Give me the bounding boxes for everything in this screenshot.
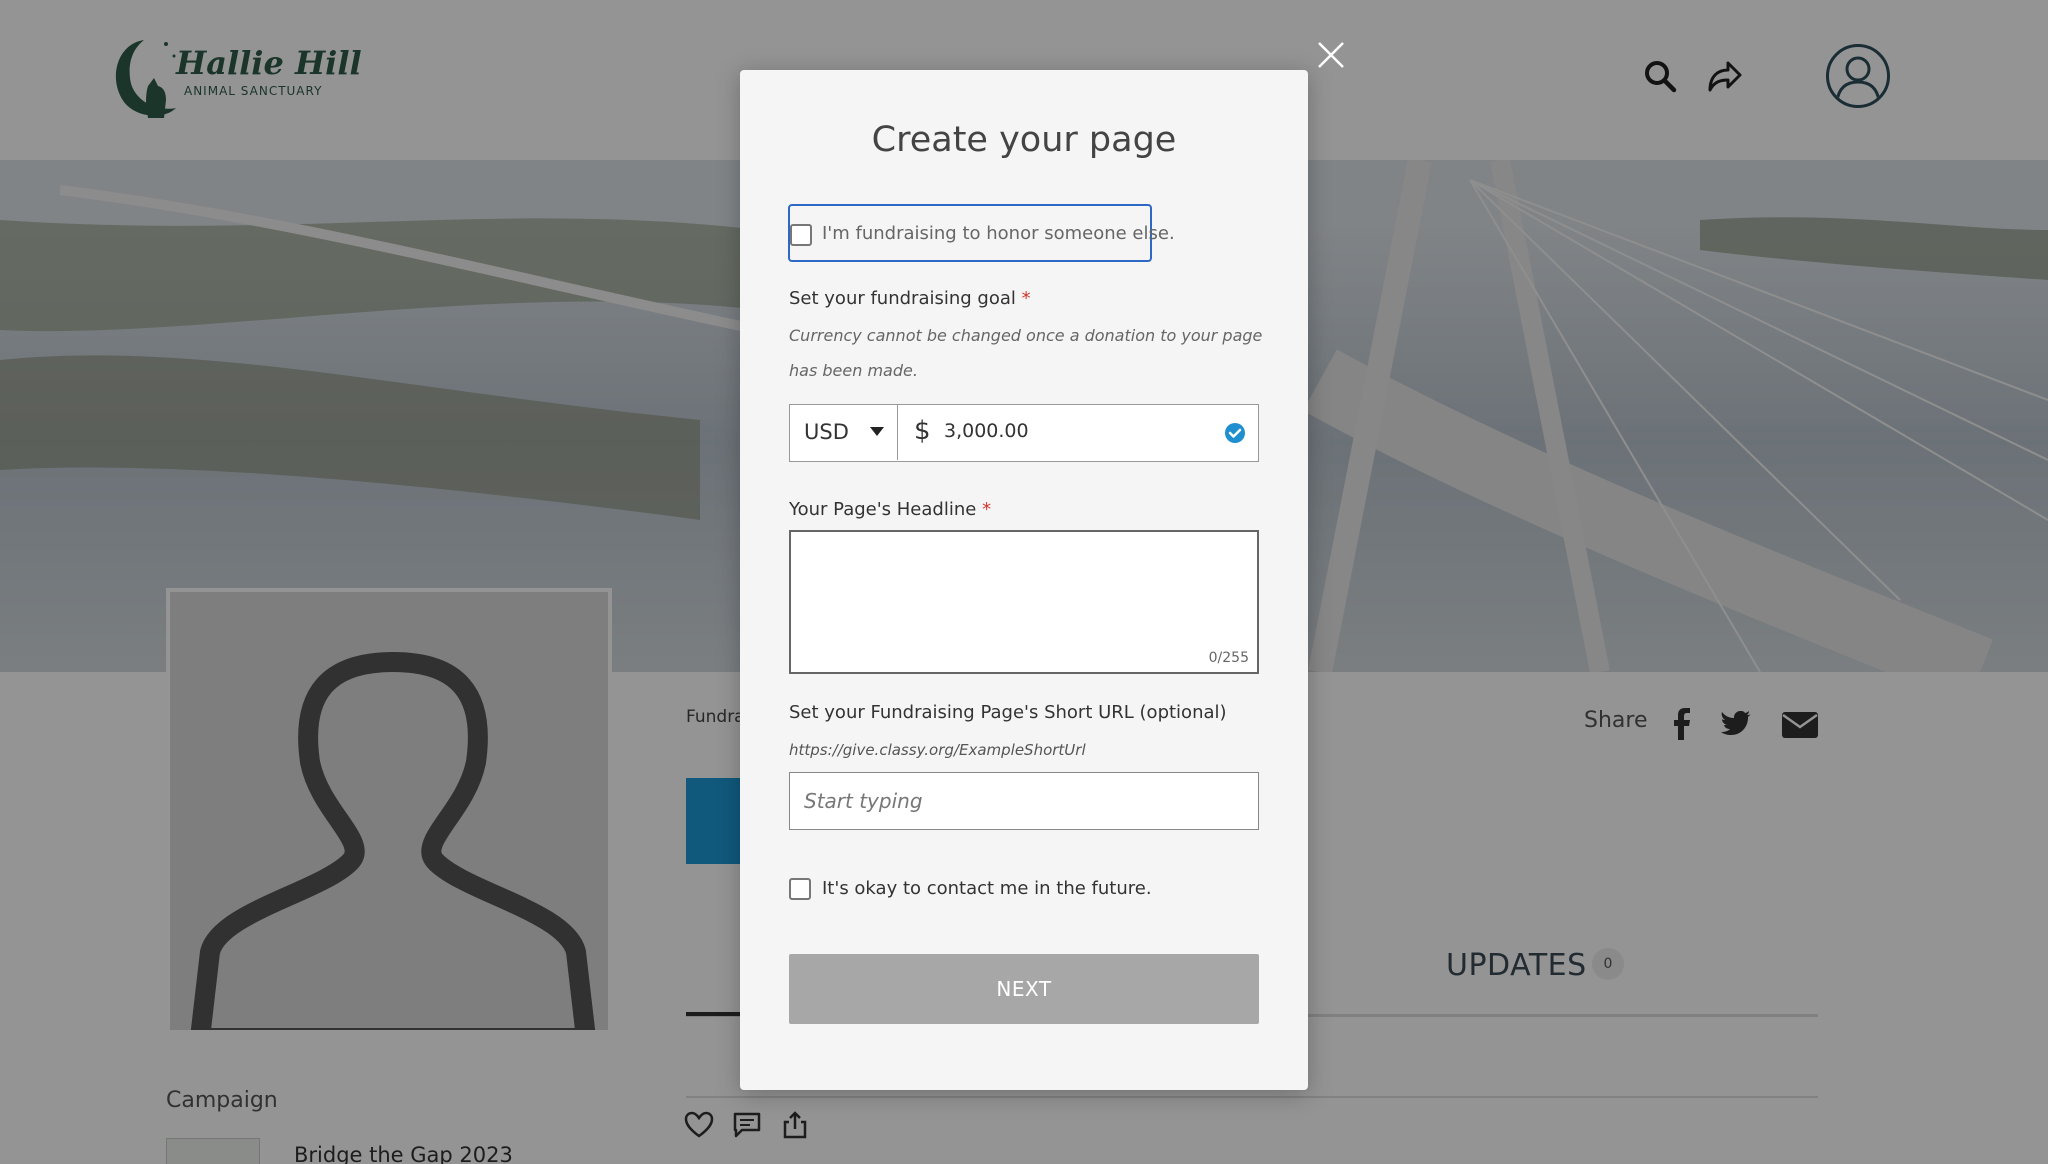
- required-mark: *: [1021, 288, 1031, 309]
- modal-title: Create your page: [871, 120, 1177, 160]
- goal-helper-text: Currency cannot be changed once a donati…: [789, 326, 1263, 380]
- close-icon[interactable]: [1314, 38, 1348, 72]
- short-url-label: Set your Fundraising Page's Short URL (o…: [789, 702, 1227, 723]
- goal-label-text: Set your fundraising goal: [789, 288, 1016, 309]
- goal-amount-input[interactable]: [944, 420, 1204, 442]
- headline-label: Your Page's Headline *: [789, 499, 991, 520]
- headline-label-text: Your Page's Headline: [789, 499, 977, 520]
- currency-select[interactable]: USD: [790, 405, 898, 460]
- headline-textarea[interactable]: [791, 532, 1257, 672]
- goal-label: Set your fundraising goal *: [789, 288, 1031, 309]
- create-page-modal: Create your page I'm fundraising to hono…: [740, 70, 1308, 1090]
- short-url-input[interactable]: [790, 773, 1258, 829]
- contact-checkbox-row[interactable]: It's okay to contact me in the future.: [789, 876, 1189, 904]
- required-mark: *: [982, 499, 992, 520]
- honor-checkbox-label[interactable]: I'm fundraising to honor someone else.: [822, 223, 1175, 244]
- next-button[interactable]: NEXT: [789, 954, 1259, 1024]
- headline-char-count: 0/255: [1208, 650, 1249, 666]
- contact-checkbox-label[interactable]: It's okay to contact me in the future.: [822, 878, 1152, 899]
- contact-checkbox[interactable]: [789, 878, 811, 900]
- short-url-example: https://give.classy.org/ExampleShortUrl: [789, 741, 1086, 759]
- goal-input-group: USD $: [789, 404, 1259, 462]
- headline-field: 0/255: [789, 530, 1259, 674]
- check-circle-icon: [1225, 423, 1245, 443]
- honor-checkbox-row[interactable]: I'm fundraising to honor someone else.: [788, 204, 1175, 262]
- chevron-down-icon: [870, 427, 884, 436]
- currency-value: USD: [804, 420, 849, 444]
- short-url-field: [789, 772, 1259, 830]
- currency-symbol: $: [914, 416, 931, 446]
- honor-checkbox[interactable]: [790, 224, 812, 246]
